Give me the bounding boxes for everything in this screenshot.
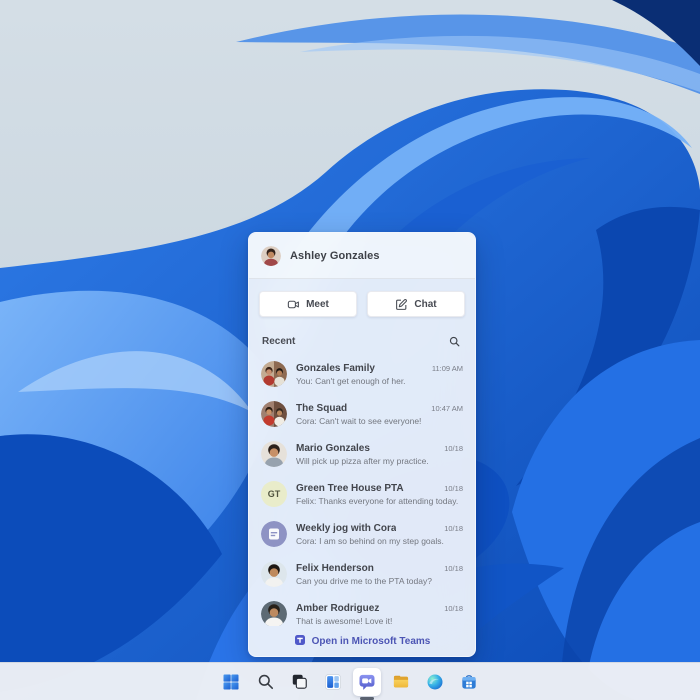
teams-icon bbox=[294, 634, 306, 649]
chat-button-label: Chat bbox=[414, 299, 436, 310]
chat-preview: Will pick up pizza after my practice. bbox=[296, 456, 463, 466]
user-avatar[interactable] bbox=[261, 246, 281, 266]
chat-name: Green Tree House PTA bbox=[296, 483, 404, 494]
folder-icon bbox=[391, 672, 411, 692]
chat-preview: Can you drive me to the PTA today? bbox=[296, 576, 463, 586]
recent-label: Recent bbox=[262, 336, 295, 347]
chat-preview: Cora: I am so behind on my step goals. bbox=[296, 536, 463, 546]
initials-avatar: GT bbox=[261, 481, 287, 507]
chat-timestamp: 10/18 bbox=[444, 604, 463, 613]
taskbar-store-button[interactable] bbox=[455, 668, 483, 696]
compose-icon bbox=[395, 298, 408, 311]
chat-timestamp: 10/18 bbox=[444, 524, 463, 533]
chat-list-item[interactable]: GT Green Tree House PTA 10/18 Felix: Thanks… bbox=[249, 474, 475, 514]
chat-name: Amber Rodriguez bbox=[296, 603, 379, 614]
action-buttons: Meet Chat bbox=[249, 279, 475, 321]
chat-list-item[interactable]: Gonzales Family 11:09 AM You: Can't get en… bbox=[249, 354, 475, 394]
search-icon[interactable] bbox=[446, 333, 462, 349]
taskbar-edge-button[interactable] bbox=[421, 668, 449, 696]
meet-button-label: Meet bbox=[306, 299, 329, 310]
chat-list-item[interactable]: Amber Rodriguez 10/18 That is awesome! Lov… bbox=[249, 594, 475, 626]
chat-timestamp: 10/18 bbox=[444, 564, 463, 573]
taskbar-start-button[interactable] bbox=[217, 668, 245, 696]
search-icon bbox=[256, 672, 275, 691]
open-in-teams-link[interactable]: Open in Microsoft Teams bbox=[249, 626, 475, 656]
windows-logo-icon bbox=[221, 672, 241, 692]
taskbar-teams-chat-button[interactable] bbox=[353, 668, 381, 696]
meet-button[interactable]: Meet bbox=[259, 291, 357, 317]
edge-icon bbox=[425, 672, 445, 692]
chat-list-item[interactable]: Mario Gonzales 10/18 Will pick up pizza af… bbox=[249, 434, 475, 474]
avatar bbox=[261, 601, 287, 626]
avatar bbox=[261, 401, 287, 427]
teams-chat-flyout: Ashley Gonzales Meet Chat Recent bbox=[248, 232, 476, 657]
flyout-header: Ashley Gonzales bbox=[249, 233, 475, 279]
chat-timestamp: 10:47 AM bbox=[431, 404, 463, 413]
chat-name: Weekly jog with Cora bbox=[296, 523, 396, 534]
avatar bbox=[261, 441, 287, 467]
taskbar-file-explorer-button[interactable] bbox=[387, 668, 415, 696]
chat-timestamp: 10/18 bbox=[444, 444, 463, 453]
chat-button[interactable]: Chat bbox=[367, 291, 465, 317]
chat-preview: That is awesome! Love it! bbox=[296, 616, 463, 626]
taskbar-search-button[interactable] bbox=[251, 668, 279, 696]
chat-list-item[interactable]: Weekly jog with Cora 10/18 Cora: I am so b… bbox=[249, 514, 475, 554]
taskbar-widgets-button[interactable] bbox=[319, 668, 347, 696]
video-camera-icon bbox=[287, 298, 300, 311]
chat-name: Mario Gonzales bbox=[296, 443, 370, 454]
taskbar-task-view-button[interactable] bbox=[285, 668, 313, 696]
recent-chat-list: Gonzales Family 11:09 AM You: Can't get en… bbox=[249, 354, 475, 626]
chat-preview: Cora: Can't wait to see everyone! bbox=[296, 416, 463, 426]
avatar bbox=[261, 561, 287, 587]
avatar bbox=[261, 361, 287, 387]
store-icon bbox=[459, 672, 479, 692]
chat-preview: Felix: Thanks everyone for attending tod… bbox=[296, 496, 463, 506]
task-view-icon bbox=[290, 672, 309, 691]
chat-list-item[interactable]: Felix Henderson 10/18 Can you drive me to … bbox=[249, 554, 475, 594]
chat-list-item[interactable]: The Squad 10:47 AM Cora: Can't wait to see… bbox=[249, 394, 475, 434]
chat-timestamp: 11:09 AM bbox=[432, 364, 463, 373]
chat-name: Felix Henderson bbox=[296, 563, 374, 574]
avatar bbox=[261, 521, 287, 547]
chat-name: Gonzales Family bbox=[296, 363, 375, 374]
recent-section-header: Recent bbox=[249, 333, 475, 349]
chat-preview: You: Can't get enough of her. bbox=[296, 376, 463, 386]
widgets-icon bbox=[323, 672, 343, 692]
chat-timestamp: 10/18 bbox=[444, 484, 463, 493]
open-in-teams-label: Open in Microsoft Teams bbox=[312, 636, 431, 647]
user-name: Ashley Gonzales bbox=[290, 250, 380, 262]
avatar bbox=[261, 246, 281, 266]
taskbar bbox=[0, 662, 700, 700]
chat-name: The Squad bbox=[296, 403, 347, 414]
teams-chat-icon bbox=[357, 672, 377, 692]
